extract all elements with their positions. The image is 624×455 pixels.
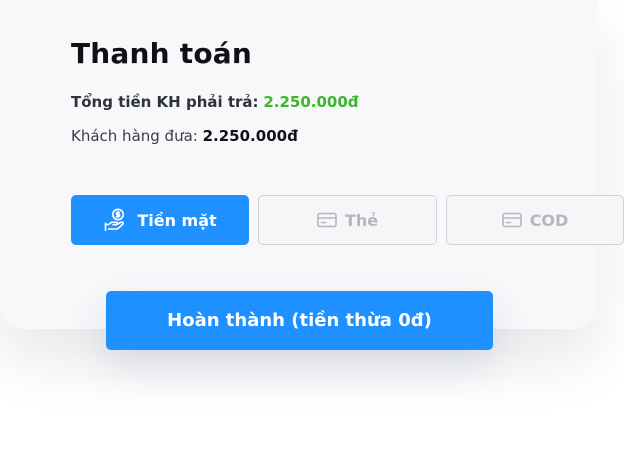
total-amount-value: 2.250.000đ bbox=[263, 93, 359, 111]
payment-screen: Thanh toán Tổng tiền KH phải trả: 2.250.… bbox=[0, 0, 624, 455]
payment-method-card-button[interactable]: Thẻ bbox=[258, 195, 437, 245]
payment-method-cash-label: Tiền mặt bbox=[137, 210, 217, 230]
payment-method-card-label: Thẻ bbox=[344, 210, 379, 230]
payment-method-cod-label: COD bbox=[529, 210, 569, 230]
cash-hand-icon bbox=[103, 207, 129, 233]
payment-method-cod-button[interactable]: COD bbox=[446, 195, 624, 245]
payment-method-cash-button[interactable]: Tiền mặt bbox=[71, 195, 249, 245]
complete-payment-button[interactable]: Hoàn thành (tiền thừa 0đ) bbox=[106, 291, 493, 350]
customer-paid-row: Khách hàng đưa: 2.250.000đ bbox=[71, 126, 298, 146]
credit-card-icon bbox=[317, 212, 337, 228]
page-title: Thanh toán bbox=[71, 37, 252, 70]
credit-card-icon bbox=[501, 212, 522, 228]
total-amount-label: Tổng tiền KH phải trả: bbox=[71, 93, 259, 111]
total-amount-row: Tổng tiền KH phải trả: 2.250.000đ bbox=[71, 92, 359, 112]
customer-paid-label: Khách hàng đưa: bbox=[71, 127, 198, 145]
payment-card: Thanh toán Tổng tiền KH phải trả: 2.250.… bbox=[0, 0, 624, 329]
customer-paid-value: 2.250.000đ bbox=[202, 127, 298, 145]
